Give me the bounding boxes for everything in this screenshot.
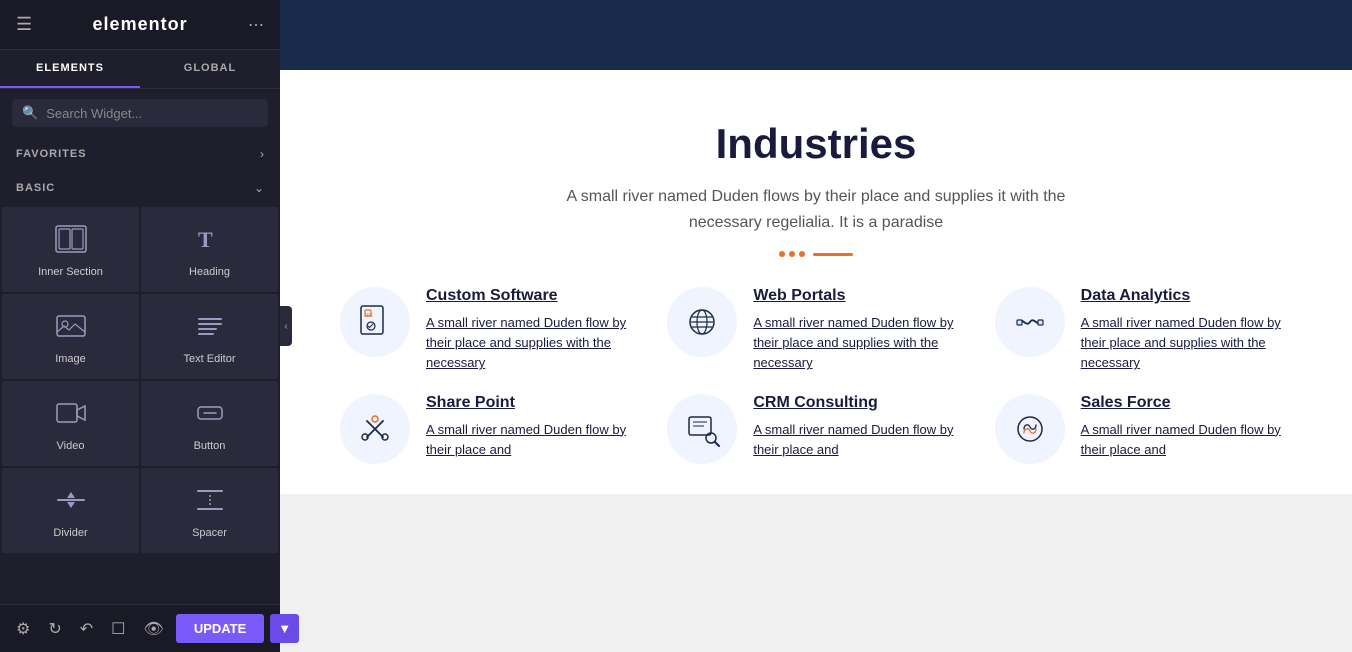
- sales-force-icon: [995, 394, 1065, 464]
- share-point-desc: A small river named Duden flow by their …: [426, 420, 637, 460]
- responsive-icon[interactable]: ☐: [105, 613, 131, 645]
- industries-grid: API Custom Software A small river named …: [320, 287, 1312, 463]
- button-icon: [194, 399, 226, 432]
- image-icon: [55, 312, 87, 345]
- data-analytics-content: Data Analytics A small river named Duden…: [1081, 287, 1292, 373]
- widget-inner-section[interactable]: Inner Section: [2, 207, 139, 292]
- favorites-arrow-icon: ›: [260, 147, 264, 161]
- spacer-label: Spacer: [192, 527, 227, 539]
- share-point-content: Share Point A small river named Duden fl…: [426, 394, 637, 460]
- list-item: Share Point A small river named Duden fl…: [340, 394, 637, 464]
- divider-icon: [55, 486, 87, 519]
- search-input-wrap: 🔍: [12, 99, 268, 127]
- history-icon[interactable]: ↻: [42, 613, 67, 645]
- text-editor-icon: [194, 312, 226, 345]
- sales-force-title[interactable]: Sales Force: [1081, 394, 1292, 412]
- update-button[interactable]: UPDATE: [176, 614, 264, 643]
- crm-consulting-title[interactable]: CRM Consulting: [753, 394, 964, 412]
- divider-label: Divider: [53, 527, 87, 539]
- share-point-icon: [340, 394, 410, 464]
- inner-section-icon: [55, 225, 87, 258]
- widgets-grid: Inner Section T Heading Image: [0, 205, 280, 555]
- sales-force-content: Sales Force A small river named Duden fl…: [1081, 394, 1292, 460]
- button-label: Button: [194, 440, 226, 452]
- crm-consulting-icon: [667, 394, 737, 464]
- basic-section-header[interactable]: BASIC ⌄: [0, 171, 280, 205]
- web-portals-desc: A small river named Duden flow by their …: [753, 313, 964, 373]
- crm-consulting-content: CRM Consulting A small river named Duden…: [753, 394, 964, 460]
- widget-heading[interactable]: T Heading: [141, 207, 278, 292]
- share-point-title[interactable]: Share Point: [426, 394, 637, 412]
- sidebar: ☰ elementor ⋯ ELEMENTS GLOBAL 🔍 FAVORITE…: [0, 0, 280, 652]
- search-input[interactable]: [46, 106, 258, 121]
- dot2: [789, 251, 795, 257]
- widget-button[interactable]: Button: [141, 381, 278, 466]
- orange-divider: [320, 251, 1312, 257]
- custom-software-content: Custom Software A small river named Dude…: [426, 287, 637, 373]
- custom-software-title[interactable]: Custom Software: [426, 287, 637, 305]
- sidebar-bottom: ⚙ ↻ ↶ ☐ 👁 UPDATE ▼: [0, 604, 280, 652]
- list-item: CRM Consulting A small river named Duden…: [667, 394, 964, 464]
- widget-video[interactable]: Video: [2, 381, 139, 466]
- menu-icon[interactable]: ☰: [16, 14, 32, 35]
- tab-elements[interactable]: ELEMENTS: [0, 50, 140, 88]
- sidebar-logo: elementor: [93, 14, 188, 35]
- svg-text:API: API: [364, 313, 373, 319]
- widget-divider[interactable]: Divider: [2, 468, 139, 553]
- industries-subtitle: A small river named Duden flows by their…: [566, 184, 1066, 235]
- widget-spacer[interactable]: Spacer: [141, 468, 278, 553]
- crm-consulting-desc: A small river named Duden flow by their …: [753, 420, 964, 460]
- search-icon: 🔍: [22, 105, 38, 121]
- hero-image: [280, 0, 1352, 70]
- text-editor-label: Text Editor: [184, 353, 236, 365]
- web-portals-content: Web Portals A small river named Duden fl…: [753, 287, 964, 373]
- settings-icon[interactable]: ⚙: [10, 613, 36, 645]
- custom-software-desc: A small river named Duden flow by their …: [426, 313, 637, 373]
- collapse-handle[interactable]: ‹: [280, 306, 292, 346]
- data-analytics-desc: A small river named Duden flow by their …: [1081, 313, 1292, 373]
- main-content: Industries A small river named Duden flo…: [280, 0, 1352, 652]
- sidebar-tabs: ELEMENTS GLOBAL: [0, 50, 280, 89]
- industries-title: Industries: [320, 120, 1312, 168]
- tab-global[interactable]: GLOBAL: [140, 50, 280, 88]
- search-area: 🔍: [0, 89, 280, 137]
- data-analytics-title[interactable]: Data Analytics: [1081, 287, 1292, 305]
- web-portals-icon: [667, 287, 737, 357]
- data-analytics-icon: [995, 287, 1065, 357]
- spacer-icon: [194, 486, 226, 519]
- preview-icon[interactable]: 👁: [138, 613, 170, 645]
- grid-icon[interactable]: ⋯: [248, 15, 264, 35]
- list-item: Web Portals A small river named Duden fl…: [667, 287, 964, 373]
- sidebar-header: ☰ elementor ⋯: [0, 0, 280, 50]
- basic-arrow-icon: ⌄: [254, 181, 264, 195]
- list-item: API Custom Software A small river named …: [340, 287, 637, 373]
- inner-section-label: Inner Section: [38, 266, 103, 278]
- video-label: Video: [57, 440, 85, 452]
- svg-text:T: T: [198, 227, 213, 252]
- dot3: [799, 251, 805, 257]
- favorites-section-header[interactable]: FAVORITES ›: [0, 137, 280, 171]
- list-item: Data Analytics A small river named Duden…: [995, 287, 1292, 373]
- undo-icon[interactable]: ↶: [74, 613, 99, 645]
- dot1: [779, 251, 785, 257]
- heading-label: Heading: [189, 266, 230, 278]
- divider-line: [813, 253, 853, 256]
- custom-software-icon: API: [340, 287, 410, 357]
- image-label: Image: [55, 353, 86, 365]
- sales-force-desc: A small river named Duden flow by their …: [1081, 420, 1292, 460]
- favorites-label: FAVORITES: [16, 148, 87, 160]
- industries-section: Industries A small river named Duden flo…: [280, 70, 1352, 494]
- widget-text-editor[interactable]: Text Editor: [141, 294, 278, 379]
- heading-icon: T: [194, 225, 226, 258]
- web-portals-title[interactable]: Web Portals: [753, 287, 964, 305]
- video-icon: [55, 399, 87, 432]
- basic-label: BASIC: [16, 182, 55, 194]
- list-item: Sales Force A small river named Duden fl…: [995, 394, 1292, 464]
- widget-image[interactable]: Image: [2, 294, 139, 379]
- update-dropdown-button[interactable]: ▼: [270, 614, 299, 643]
